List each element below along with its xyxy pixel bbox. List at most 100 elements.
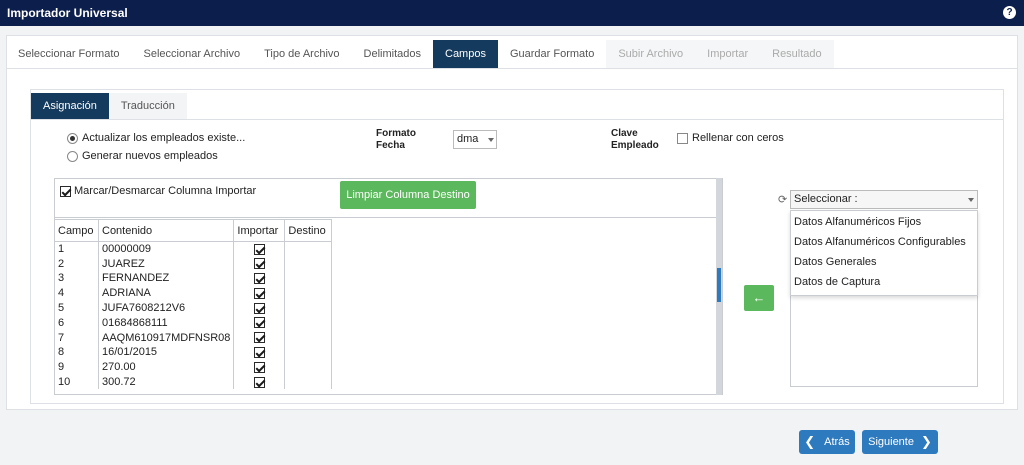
cell-importar (233, 330, 286, 346)
rellenar-ceros-checkbox[interactable] (677, 132, 688, 144)
cell-contenido: 01684868111 (97, 315, 235, 331)
help-icon[interactable]: ? (1003, 6, 1016, 19)
chevron-down-icon (488, 138, 494, 142)
tab-asignacion[interactable]: Asignación (31, 93, 109, 119)
assign-left-button[interactable]: ← (744, 285, 774, 311)
clear-destination-button[interactable]: Limpiar Columna Destino (340, 181, 476, 209)
cell-destino[interactable] (284, 285, 333, 301)
cell-destino[interactable] (284, 256, 333, 272)
table-row: 8 16/01/2015 (54, 345, 333, 360)
import-checkbox[interactable] (253, 258, 265, 270)
cell-campo: 8 (54, 345, 99, 360)
radio-new-button[interactable] (67, 150, 78, 162)
import-checkbox[interactable] (253, 376, 265, 388)
cell-contenido: ADRIANA (97, 285, 235, 301)
dropdown-option[interactable]: Datos de Captura (791, 272, 977, 292)
cell-importar (233, 285, 286, 301)
tab-resultado: Resultado (760, 40, 834, 68)
cell-campo: 5 (54, 300, 99, 316)
tab-guardar-formato[interactable]: Guardar Formato (498, 40, 606, 68)
back-button[interactable]: ❮ Atrás (799, 430, 855, 454)
sub-tabs: Asignación Traducción (31, 93, 187, 119)
formato-fecha-select[interactable]: dma (453, 130, 497, 149)
header-destino: Destino (284, 219, 333, 242)
import-checkbox[interactable] (253, 332, 265, 344)
cell-contenido: AAQM610917MDFNSR08 (97, 330, 235, 346)
arrow-left-icon: ← (752, 290, 766, 305)
scrollbar-thumb[interactable] (717, 268, 721, 302)
tab-delimitados[interactable]: Delimitados (352, 40, 433, 68)
grid-header-divider (54, 217, 720, 218)
radio-generate-new[interactable]: Generar nuevos empleados (67, 150, 218, 162)
toggle-import-checkbox[interactable] (60, 185, 71, 197)
cell-campo: 4 (54, 285, 99, 301)
formato-fecha-value: dma (457, 133, 479, 145)
dropdown-option[interactable]: Datos Generales (791, 252, 977, 272)
destination-select-value: Seleccionar : (794, 193, 858, 205)
cell-importar (233, 374, 286, 390)
cell-destino[interactable] (284, 345, 333, 360)
cell-destino[interactable] (284, 241, 333, 257)
cell-importar (233, 315, 286, 331)
radio-update-label: Actualizar los empleados existe... (82, 132, 246, 144)
import-checkbox[interactable] (253, 273, 265, 285)
header-importar: Importar (233, 219, 286, 242)
destination-type-select[interactable]: Seleccionar : (790, 190, 978, 209)
cell-importar (233, 300, 286, 316)
table-row: 1 00000009 (54, 241, 333, 257)
cell-campo: 1 (54, 241, 99, 257)
table-row: 10 300.72 (54, 374, 333, 390)
dropdown-option[interactable]: Datos Alfanuméricos Configurables (791, 232, 977, 252)
tab-subir-archivo: Subir Archivo (606, 40, 696, 68)
radio-update-button[interactable] (67, 132, 78, 144)
header-campo: Campo (54, 219, 99, 242)
cell-contenido: FERNANDEZ (97, 271, 235, 286)
formato-fecha-label: Formato Fecha (376, 128, 416, 151)
rellenar-ceros-option[interactable]: Rellenar con ceros (677, 132, 784, 144)
table-row: 9 270.00 (54, 359, 333, 375)
tab-traduccion[interactable]: Traducción (108, 93, 187, 119)
import-checkbox[interactable] (253, 287, 265, 299)
toggle-import-column[interactable]: Marcar/Desmarcar Columna Importar (60, 185, 256, 197)
refresh-icon[interactable]: ⟳ (778, 193, 787, 206)
title-bar: Importador Universal ? (0, 0, 1024, 26)
cell-destino[interactable] (284, 374, 333, 390)
tab-seleccionar-archivo[interactable]: Seleccionar Archivo (132, 40, 253, 68)
cell-destino[interactable] (284, 359, 333, 375)
back-label: Atrás (824, 436, 850, 448)
cell-importar (233, 271, 286, 286)
cell-campo: 3 (54, 271, 99, 286)
cell-campo: 7 (54, 330, 99, 346)
cell-campo: 10 (54, 374, 99, 390)
cell-destino[interactable] (284, 300, 333, 316)
cell-contenido: 16/01/2015 (97, 345, 235, 360)
destination-dropdown: Datos Alfanuméricos Fijos Datos Alfanumé… (790, 210, 978, 296)
cell-campo: 6 (54, 315, 99, 331)
import-checkbox[interactable] (253, 317, 265, 329)
dropdown-option[interactable]: Datos Alfanuméricos Fijos (791, 212, 977, 232)
tab-tipo-de-archivo[interactable]: Tipo de Archivo (252, 40, 351, 68)
cell-contenido: JUFA7608212V6 (97, 300, 235, 316)
header-contenido: Contenido (97, 219, 235, 242)
cell-importar (233, 241, 286, 257)
table-row: 6 01684868111 (54, 315, 333, 331)
tab-seleccionar-formato[interactable]: Seleccionar Formato (6, 40, 132, 68)
import-checkbox[interactable] (253, 243, 265, 255)
table-row: 5 JUFA7608212V6 (54, 300, 333, 316)
chevron-right-icon: ❯ (920, 434, 932, 449)
cell-destino[interactable] (284, 330, 333, 346)
next-button[interactable]: Siguiente ❯ (862, 430, 938, 454)
cell-campo: 9 (54, 359, 99, 375)
radio-update-existing[interactable]: Actualizar los empleados existe... (67, 132, 245, 144)
main-tabs: Seleccionar Formato Seleccionar Archivo … (6, 40, 834, 68)
cell-contenido: 300.72 (97, 374, 235, 390)
rellenar-ceros-label: Rellenar con ceros (692, 132, 784, 144)
import-checkbox[interactable] (253, 361, 265, 373)
tab-campos[interactable]: Campos (433, 40, 498, 68)
cell-contenido: 270.00 (97, 359, 235, 375)
import-checkbox[interactable] (253, 302, 265, 314)
cell-destino[interactable] (284, 271, 333, 286)
import-checkbox[interactable] (253, 347, 265, 359)
table-row: 7 AAQM610917MDFNSR08 (54, 330, 333, 346)
cell-destino[interactable] (284, 315, 333, 331)
